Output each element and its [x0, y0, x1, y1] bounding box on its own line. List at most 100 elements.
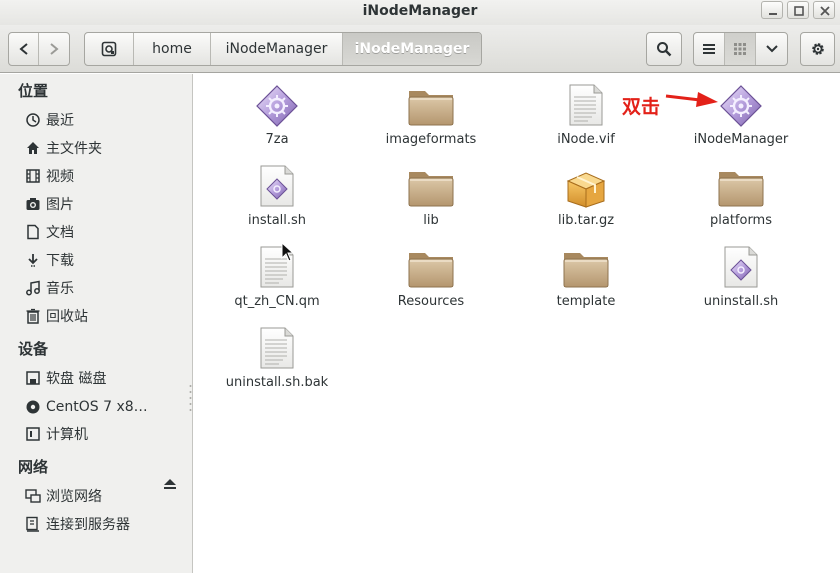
path-segment-current[interactable]: iNodeManager	[343, 33, 481, 65]
grid-icon	[734, 43, 746, 55]
sidebar-item-music[interactable]: 音乐	[24, 276, 186, 300]
file-name: 7za	[265, 132, 289, 147]
eject-icon[interactable]	[163, 477, 177, 491]
gear-icon	[811, 43, 824, 55]
text-file-icon	[568, 82, 604, 128]
sidebar-item-connect-server[interactable]: 连接到服务器	[24, 512, 186, 536]
camera-icon	[24, 195, 42, 213]
grid-view-button[interactable]	[725, 33, 756, 65]
folder-icon	[407, 246, 455, 290]
sidebar-item-label: 主文件夹	[46, 141, 102, 157]
file-item[interactable]: template	[511, 246, 661, 309]
sidebar-item-downloads[interactable]: 下载	[24, 248, 186, 272]
pane-resize-handle[interactable]	[189, 384, 192, 414]
floppy-icon	[24, 369, 42, 387]
file-item[interactable]: imageformats	[356, 84, 506, 147]
trash-icon	[24, 307, 42, 325]
search-icon	[657, 42, 672, 57]
file-item[interactable]: Resources	[356, 246, 506, 309]
executable-icon	[719, 84, 763, 128]
file-item[interactable]: platforms	[666, 165, 816, 228]
file-name: lib	[423, 213, 439, 228]
home-icon	[24, 139, 42, 157]
file-item[interactable]: install.sh	[202, 163, 352, 228]
sidebar-item-computer[interactable]: 计算机	[24, 422, 186, 446]
file-name: lib.tar.gz	[557, 213, 615, 228]
title-bar[interactable]: iNodeManager	[0, 0, 840, 25]
sidebar-item-centos[interactable]: CentOS 7 x8…	[24, 395, 186, 419]
sidebar-item-label: 浏览网络	[46, 489, 102, 505]
file-name: imageformats	[385, 132, 477, 147]
sidebar-item-documents[interactable]: 文档	[24, 220, 186, 244]
list-icon	[703, 44, 715, 54]
list-view-button[interactable]	[694, 33, 725, 65]
path-bar: home iNodeManager iNodeManager	[84, 32, 482, 66]
sidebar-item-label: 音乐	[46, 281, 74, 297]
navigation-group	[8, 32, 70, 66]
file-name: uninstall.sh	[703, 294, 779, 309]
path-segment-home[interactable]: home	[134, 33, 211, 65]
document-icon	[24, 223, 42, 241]
sidebar-item-trash[interactable]: 回收站	[24, 304, 186, 328]
file-item[interactable]: qt_zh_CN.qm	[202, 244, 352, 309]
file-item[interactable]: uninstall.sh	[666, 244, 816, 309]
view-group	[693, 32, 788, 66]
file-name: uninstall.sh.bak	[225, 375, 329, 390]
file-name: iNodeManager	[693, 132, 789, 147]
path-root-button[interactable]	[85, 33, 134, 65]
music-icon	[24, 279, 42, 297]
settings-button[interactable]	[800, 32, 835, 66]
minimize-button[interactable]	[761, 1, 783, 19]
computer-icon	[24, 425, 42, 443]
maximize-button[interactable]	[787, 1, 809, 19]
header-bar: home iNodeManager iNodeManager	[0, 25, 840, 73]
file-name: install.sh	[247, 213, 307, 228]
file-name: platforms	[709, 213, 772, 228]
folder-icon	[562, 246, 610, 290]
file-item[interactable]: lib	[356, 165, 506, 228]
clock-icon	[24, 111, 42, 129]
sidebar-item-label: 计算机	[46, 427, 88, 443]
sidebar: 位置 最近 主文件夹 视频 图片 文档 下载 音乐 回收站 设备 软盘 磁盘 C…	[0, 74, 193, 573]
file-view[interactable]: 7za imageformats iNode.vif iNodeManager …	[194, 74, 840, 573]
back-button[interactable]	[9, 33, 39, 65]
search-button[interactable]	[646, 32, 682, 66]
close-button[interactable]	[813, 1, 835, 19]
sidebar-item-label: CentOS 7 x8…	[46, 399, 148, 415]
chevron-left-icon	[18, 43, 28, 55]
minimize-icon	[769, 13, 777, 15]
download-icon	[24, 251, 42, 269]
sidebar-item-label: 连接到服务器	[46, 517, 130, 533]
film-icon	[24, 167, 42, 185]
script-file-icon	[259, 163, 295, 209]
maximize-icon	[794, 6, 804, 16]
text-file-icon	[259, 325, 295, 371]
drive-icon	[101, 41, 117, 57]
file-name: qt_zh_CN.qm	[234, 294, 320, 309]
sidebar-section-devices: 设备	[18, 340, 49, 358]
disc-icon	[24, 398, 42, 416]
path-segment-inodemanager[interactable]: iNodeManager	[211, 33, 343, 65]
sidebar-item-label: 软盘 磁盘	[46, 371, 107, 387]
chevron-down-icon	[765, 45, 778, 53]
file-name: Resources	[397, 294, 465, 309]
file-item[interactable]: 7za	[202, 84, 352, 147]
sidebar-section-network: 网络	[18, 458, 49, 476]
sidebar-item-browse-network[interactable]: 浏览网络	[24, 484, 186, 508]
sidebar-item-pictures[interactable]: 图片	[24, 192, 186, 216]
file-item[interactable]: uninstall.sh.bak	[202, 325, 352, 390]
sidebar-item-label: 最近	[46, 113, 74, 129]
server-icon	[24, 515, 42, 533]
view-options-button[interactable]	[756, 33, 787, 65]
forward-button[interactable]	[39, 33, 69, 65]
sidebar-item-videos[interactable]: 视频	[24, 164, 186, 188]
sidebar-item-home[interactable]: 主文件夹	[24, 136, 186, 160]
file-name: template	[556, 294, 616, 309]
sidebar-item-floppy[interactable]: 软盘 磁盘	[24, 366, 186, 390]
window-title: iNodeManager	[362, 3, 478, 19]
chevron-right-icon	[50, 43, 59, 55]
network-icon	[24, 487, 42, 505]
file-name: iNode.vif	[557, 132, 615, 147]
file-item[interactable]: lib.tar.gz	[511, 165, 661, 228]
sidebar-item-recent[interactable]: 最近	[24, 108, 186, 132]
